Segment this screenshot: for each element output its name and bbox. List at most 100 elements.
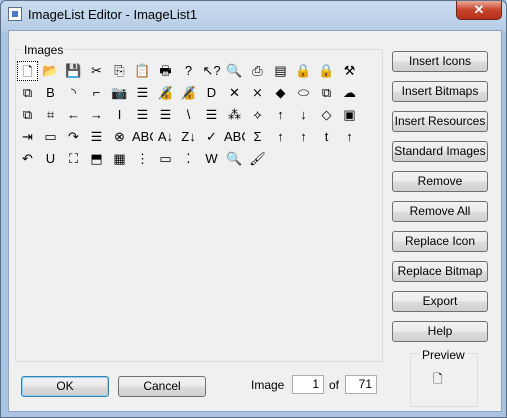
- image-list-item-icon[interactable]: U: [40, 149, 61, 169]
- image-list-item-icon[interactable]: ▭: [40, 127, 61, 147]
- remove-button[interactable]: Remove: [392, 171, 488, 192]
- image-list-item-icon[interactable]: 🔍: [224, 61, 245, 81]
- image-list-item-icon[interactable]: 🖶: [155, 61, 176, 81]
- images-group-label: Images: [22, 43, 66, 57]
- image-list-item-icon[interactable]: ⁚: [178, 149, 199, 169]
- image-list-item-icon[interactable]: ↖?: [201, 61, 222, 81]
- image-list-item-icon[interactable]: ☰: [132, 83, 153, 103]
- image-list-item-icon[interactable]: \: [178, 105, 199, 125]
- image-list-item-icon[interactable]: 📂: [40, 61, 61, 81]
- export-button[interactable]: Export: [392, 291, 488, 312]
- image-list-item-icon[interactable]: ☰: [155, 105, 176, 125]
- image-list-item-icon[interactable]: ↓: [293, 105, 314, 125]
- replace-icon-button[interactable]: Replace Icon: [392, 231, 488, 252]
- preview-label: Preview: [420, 348, 467, 362]
- image-list-item-icon[interactable]: ⟡: [247, 105, 268, 125]
- icon-row: ↶ U ⛶ ⬒ ▦ ⋮ ▭ ⁚ W 🔍 🖌: [17, 149, 377, 171]
- image-list-item-icon[interactable]: ▣: [339, 105, 360, 125]
- image-list-item-icon[interactable]: ▦: [109, 149, 130, 169]
- image-list-item-icon[interactable]: 🔒: [293, 61, 314, 81]
- image-list-item-icon[interactable]: ⛶: [63, 149, 84, 169]
- window-title: ImageList Editor - ImageList1: [28, 7, 198, 22]
- image-list-item-icon[interactable]: ⁂: [224, 105, 245, 125]
- image-list-item-icon[interactable]: ✕: [224, 83, 245, 103]
- image-list-item-icon[interactable]: 🗋: [17, 61, 38, 81]
- image-list-item-icon[interactable]: ▤: [270, 61, 291, 81]
- insert-resources-button[interactable]: Insert Resources: [392, 111, 488, 132]
- image-list-item-icon[interactable]: 🔍: [224, 149, 245, 169]
- image-list-item-icon[interactable]: ⇥: [17, 127, 38, 147]
- close-button[interactable]: ✕: [456, 1, 502, 20]
- image-list-item-icon[interactable]: ◝: [63, 83, 84, 103]
- image-list-item-icon[interactable]: ⊗: [109, 127, 130, 147]
- image-total-field: 71: [345, 375, 377, 394]
- image-list-item-icon[interactable]: ◇: [316, 105, 337, 125]
- remove-all-button[interactable]: Remove All: [392, 201, 488, 222]
- image-list-item-icon[interactable]: →: [86, 105, 107, 125]
- image-index-field[interactable]: 1: [292, 375, 324, 394]
- image-list-item-icon[interactable]: ⎙: [247, 61, 268, 81]
- imagelist-editor-window: ImageList Editor - ImageList1 ✕ Images 🗋…: [0, 0, 507, 418]
- image-list-item-icon[interactable]: ?: [178, 61, 199, 81]
- image-list-item-icon[interactable]: B: [40, 83, 61, 103]
- image-list-item-icon[interactable]: 🖌: [247, 149, 268, 169]
- image-list-item-icon[interactable]: ▭: [155, 149, 176, 169]
- image-list-item-icon[interactable]: I: [109, 105, 130, 125]
- help-button[interactable]: Help: [392, 321, 488, 342]
- image-list-item-icon[interactable]: ⌐: [86, 83, 107, 103]
- image-list-item-icon[interactable]: ⬭: [293, 83, 314, 103]
- image-list-item-icon[interactable]: A↓: [155, 127, 176, 147]
- image-list-item-icon[interactable]: 📋: [132, 61, 153, 81]
- image-list-item-icon[interactable]: ⋮: [132, 149, 153, 169]
- image-list-item-icon[interactable]: ↑: [339, 127, 360, 147]
- image-list-item-icon[interactable]: ⌗: [40, 105, 61, 125]
- cancel-button[interactable]: Cancel: [118, 376, 206, 397]
- image-list-item-icon[interactable]: 📷: [109, 83, 130, 103]
- icon-row: ⇥▭↷☰⊗ABCA↓Z↓✓ABCΣ↑↑t↑: [17, 127, 377, 149]
- image-label: Image: [251, 378, 285, 392]
- image-list-item-icon[interactable]: ◆: [270, 83, 291, 103]
- insert-bitmaps-button[interactable]: Insert Bitmaps: [392, 81, 488, 102]
- image-list-item-icon[interactable]: ✂: [86, 61, 107, 81]
- image-list-item-icon[interactable]: ☰: [86, 127, 107, 147]
- image-list-item-icon[interactable]: ←: [63, 105, 84, 125]
- image-list-item-icon[interactable]: ↑: [293, 127, 314, 147]
- preview-image-icon: 🗋: [433, 372, 443, 386]
- image-list-item-icon[interactable]: ⚒: [339, 61, 360, 81]
- image-list-item-icon[interactable]: ☰: [201, 105, 222, 125]
- image-list-item-icon[interactable]: ↑: [270, 127, 291, 147]
- image-list-item-icon[interactable]: 🔒: [316, 61, 337, 81]
- image-list-item-icon[interactable]: ⬒: [86, 149, 107, 169]
- image-list-item-icon[interactable]: ↶: [17, 149, 38, 169]
- icon-row: ⧉ ⌗ ← → I ☰ ☰ \ ☰ ⁂ ⟡ ↑ ↓ ◇ ▣: [17, 105, 377, 127]
- image-list-item-icon[interactable]: ☁: [339, 83, 360, 103]
- image-list-item-icon[interactable]: Z↓: [178, 127, 199, 147]
- image-list-item-icon[interactable]: ⧉: [17, 105, 38, 125]
- image-list-item-icon[interactable]: ⎘: [109, 61, 130, 81]
- image-list-item-icon[interactable]: Σ: [247, 127, 268, 147]
- ok-button[interactable]: OK: [21, 376, 109, 397]
- image-list-item-icon[interactable]: 🔏: [155, 83, 176, 103]
- app-icon: [8, 7, 22, 21]
- image-list-item-icon[interactable]: ABC: [132, 127, 153, 147]
- image-list-item-icon[interactable]: ⧉: [17, 83, 38, 103]
- image-list-item-icon[interactable]: ABC: [224, 127, 245, 147]
- title-bar[interactable]: ImageList Editor - ImageList1 ✕: [1, 1, 506, 29]
- icon-row: 🗋 📂 💾 ✂ ⎘ 📋 🖶? ↖? 🔍 ⎙ ▤ 🔒 🔒 ⚒: [17, 61, 377, 83]
- image-list-item-icon[interactable]: t: [316, 127, 337, 147]
- of-label: of: [329, 378, 340, 392]
- image-list-item-icon[interactable]: 🔏: [178, 83, 199, 103]
- image-list-item-icon[interactable]: 💾: [63, 61, 84, 81]
- replace-bitmap-button[interactable]: Replace Bitmap: [392, 261, 488, 282]
- image-list-item-icon[interactable]: D: [201, 83, 222, 103]
- image-list-item-icon[interactable]: W: [201, 149, 222, 169]
- image-list-item-icon[interactable]: ✓: [201, 127, 222, 147]
- image-list-item-icon[interactable]: ☰: [132, 105, 153, 125]
- image-list-item-icon[interactable]: ⧉: [316, 83, 337, 103]
- image-list-item-icon[interactable]: ↷: [63, 127, 84, 147]
- icon-row: ⧉ B ◝ ⌐ 📷 ☰ 🔏 🔏 D ✕ ⨯ ◆ ⬭ ⧉ ☁: [17, 83, 377, 105]
- standard-images-button[interactable]: Standard Images: [392, 141, 488, 162]
- insert-icons-button[interactable]: Insert Icons: [392, 51, 488, 72]
- image-list-item-icon[interactable]: ↑: [270, 105, 291, 125]
- image-list-item-icon[interactable]: ⨯: [247, 83, 268, 103]
